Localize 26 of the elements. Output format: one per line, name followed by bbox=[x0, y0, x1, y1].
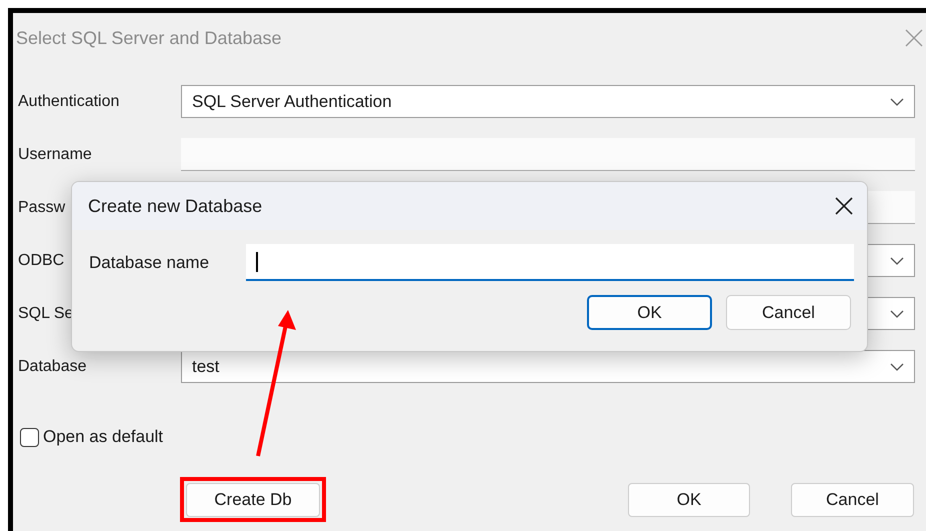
close-icon[interactable] bbox=[835, 197, 853, 215]
chevron-down-icon bbox=[890, 310, 904, 318]
dropdown[interactable]: test bbox=[181, 350, 915, 383]
checkbox[interactable] bbox=[20, 428, 39, 446]
field-label: ODBC bbox=[18, 252, 64, 268]
field-label: Database name bbox=[89, 252, 210, 272]
chevron-down-icon bbox=[890, 256, 904, 264]
ok-button[interactable]: OK bbox=[628, 482, 750, 516]
dropdown-value: test bbox=[192, 356, 220, 376]
database-name-field[interactable] bbox=[246, 244, 854, 281]
cancel-button[interactable]: Cancel bbox=[726, 295, 851, 330]
dropdown[interactable]: SQL Server Authentication bbox=[181, 85, 915, 118]
input-field[interactable] bbox=[181, 138, 915, 171]
create-db-button[interactable]: Create Db bbox=[186, 483, 320, 517]
modal-title: Create new Database bbox=[88, 196, 262, 216]
field-label: Database bbox=[18, 358, 86, 374]
chevron-down-icon bbox=[890, 362, 904, 370]
window-title: Select SQL Server and Database bbox=[16, 28, 282, 48]
ok-button[interactable]: OK bbox=[587, 295, 712, 330]
dropdown-value: SQL Server Authentication bbox=[192, 92, 392, 112]
field-label: Username bbox=[18, 146, 92, 162]
field-label: Authentication bbox=[18, 92, 120, 110]
field-label: Passw bbox=[18, 198, 66, 216]
chevron-down-icon bbox=[890, 98, 904, 106]
checkbox-label: Open as default bbox=[43, 427, 164, 447]
cancel-button[interactable]: Cancel bbox=[791, 482, 914, 516]
